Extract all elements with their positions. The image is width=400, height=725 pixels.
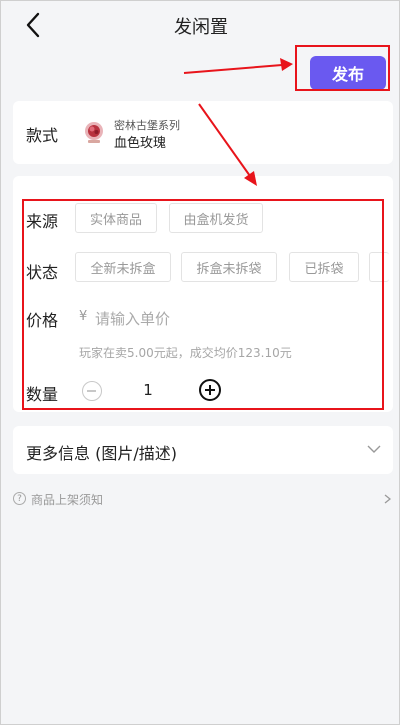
listing-notice-row[interactable]: ? 商品上架须知 (13, 490, 393, 508)
help-icon: ? (13, 492, 26, 505)
rose-product-icon (85, 122, 103, 143)
nav-bar: 发闲置 (1, 1, 400, 49)
chevron-right-icon (384, 494, 391, 504)
style-label: 款式 (26, 126, 59, 145)
more-info-label: 更多信息 (图片/描述) (26, 444, 177, 463)
style-card[interactable]: 款式 密林古堡系列 血色玫瑰 (13, 101, 393, 164)
page-title: 发闲置 (174, 17, 228, 38)
more-info-row[interactable]: 更多信息 (图片/描述) (13, 426, 393, 474)
product-name: 血色玫瑰 (114, 136, 167, 151)
annotation-box-form (22, 199, 384, 410)
listing-notice-label: 商品上架须知 (31, 493, 104, 507)
annotation-box-publish (295, 45, 390, 91)
chevron-down-icon (367, 445, 381, 453)
product-series: 密林古堡系列 (114, 119, 180, 132)
